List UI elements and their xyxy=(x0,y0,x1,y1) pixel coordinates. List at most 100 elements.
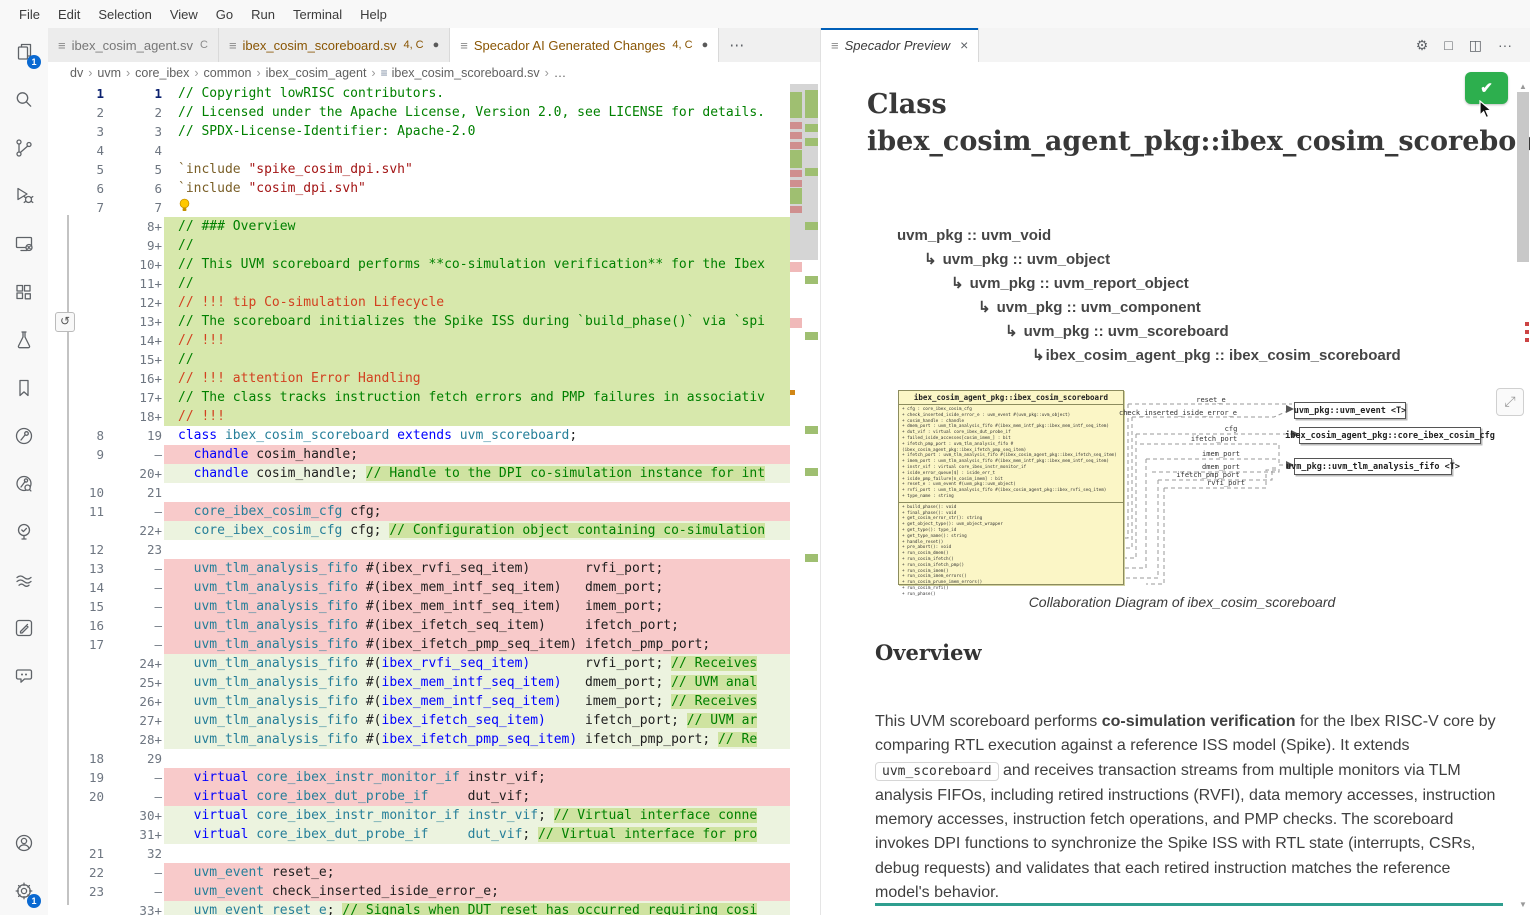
notes-pencil-icon[interactable] xyxy=(0,604,48,652)
extensions-icon[interactable] xyxy=(0,268,48,316)
code-line[interactable]: 27+ uvm_tlm_analysis_fifo #(ibex_ifetch_… xyxy=(48,711,790,730)
breadcrumb-segment[interactable]: dv xyxy=(70,66,83,80)
uml-target-uvm-tlm-analysis-fifo[interactable]: uvm_pkg::uvm_tlm_analysis_fifo <T> xyxy=(1294,458,1452,475)
breadcrumb-segment[interactable]: uvm xyxy=(97,66,121,80)
breadcrumb-segment[interactable]: ibex_cosim_agent xyxy=(266,66,367,80)
code-line[interactable]: 19– virtual core_ibex_instr_monitor_if i… xyxy=(48,768,790,787)
restore-editor-icon[interactable]: □ xyxy=(1436,34,1460,56)
scroll-down-icon[interactable]: ▼ xyxy=(1516,900,1530,909)
code-line[interactable]: 8+// ### Overview xyxy=(48,217,790,236)
code-line[interactable]: 13– uvm_tlm_analysis_fifo #(ibex_rvfi_se… xyxy=(48,559,790,578)
account-icon[interactable] xyxy=(0,819,48,867)
code-line[interactable]: 9+// xyxy=(48,236,790,255)
code-line[interactable]: 819class ibex_cosim_scoreboard extends u… xyxy=(48,426,790,445)
preview-scrollbar[interactable]: ▲ ▼ xyxy=(1516,62,1530,915)
menu-item-view[interactable]: View xyxy=(161,4,207,25)
code-line[interactable]: 1829 xyxy=(48,749,790,768)
code-line[interactable]: 15– uvm_tlm_analysis_fifo #(ibex_mem_int… xyxy=(48,597,790,616)
code-line[interactable]: 12+// !!! tip Co-simulation Lifecycle xyxy=(48,293,790,312)
code-review-icon[interactable] xyxy=(0,460,48,508)
code-line[interactable]: 1223 xyxy=(48,540,790,559)
code-line[interactable]: 24+ uvm_tlm_analysis_fifo #(ibex_rvfi_se… xyxy=(48,654,790,673)
uml-target-core-ibex-cosim-cfg[interactable]: ibex_cosim_agent_pkg::core_ibex_cosim_cf… xyxy=(1299,427,1481,444)
code-line[interactable]: 55`include "spike_cosim_dpi.svh" xyxy=(48,160,790,179)
breadcrumb-segment[interactable]: … xyxy=(554,66,567,80)
hierarchy-item[interactable]: ↳uvm_pkg :: uvm_component xyxy=(897,296,1401,320)
menu-item-help[interactable]: Help xyxy=(351,4,396,25)
code-line[interactable]: 28+ uvm_tlm_analysis_fifo #(ibex_ifetch_… xyxy=(48,730,790,749)
code-line[interactable]: 20+ chandle cosim_handle; // Handle to t… xyxy=(48,464,790,483)
diff-editor[interactable]: 11// Copyright lowRISC contributors.22//… xyxy=(48,84,820,915)
hierarchy-item[interactable]: ↳ibex_cosim_agent_pkg :: ibex_cosim_scor… xyxy=(897,344,1401,368)
hierarchy-item[interactable]: ↳uvm_pkg :: uvm_report_object xyxy=(897,272,1401,296)
uml-class-box[interactable]: ibex_cosim_agent_pkg::ibex_cosim_scorebo… xyxy=(898,390,1124,585)
code-line[interactable]: 17+// The class tracks instruction fetch… xyxy=(48,388,790,407)
code-line[interactable]: 20– virtual core_ibex_dut_probe_if dut_v… xyxy=(48,787,790,806)
breadcrumb[interactable]: dv›uvm›core_ibex›common›ibex_cosim_agent… xyxy=(48,62,842,84)
code-line[interactable]: 31+ virtual core_ibex_dut_probe_if dut_v… xyxy=(48,825,790,844)
menu-item-edit[interactable]: Edit xyxy=(49,4,89,25)
menu-item-file[interactable]: File xyxy=(10,4,49,25)
explorer-icon[interactable]: 1 xyxy=(0,28,48,76)
breadcrumb-segment[interactable]: core_ibex xyxy=(135,66,189,80)
code-line[interactable]: 30+ virtual core_ibex_instr_monitor_if i… xyxy=(48,806,790,825)
menu-item-terminal[interactable]: Terminal xyxy=(284,4,351,25)
code-line[interactable]: 10+// This UVM scoreboard performs **co-… xyxy=(48,255,790,274)
hierarchy-item[interactable]: uvm_pkg :: uvm_void xyxy=(897,224,1401,248)
diff-overview-ruler[interactable] xyxy=(790,84,818,915)
code-line[interactable]: 17– uvm_tlm_analysis_fifo #(ibex_ifetch_… xyxy=(48,635,790,654)
waves-icon[interactable] xyxy=(0,556,48,604)
search-icon[interactable] xyxy=(0,76,48,124)
chat-icon[interactable] xyxy=(0,652,48,700)
code-line[interactable]: 22// Licensed under the Apache License, … xyxy=(48,103,790,122)
bookmarks-icon[interactable] xyxy=(0,364,48,412)
menu-item-selection[interactable]: Selection xyxy=(89,4,160,25)
split-editor-icon[interactable]: ◫ xyxy=(1461,34,1490,57)
hierarchy-item[interactable]: ↳uvm_pkg :: uvm_scoreboard xyxy=(897,320,1401,344)
code-line[interactable]: 44 xyxy=(48,141,790,160)
code-line[interactable]: 16– uvm_tlm_analysis_fifo #(ibex_ifetch_… xyxy=(48,616,790,635)
code-line[interactable]: 15+// xyxy=(48,350,790,369)
code-line[interactable]: 14– uvm_tlm_analysis_fifo #(ibex_mem_int… xyxy=(48,578,790,597)
menu-item-go[interactable]: Go xyxy=(207,4,242,25)
code-line[interactable]: 2132 xyxy=(48,844,790,863)
hierarchy-item[interactable]: ↳uvm_pkg :: uvm_object xyxy=(897,248,1401,272)
code-line[interactable]: 33+ uvm_event reset_e; // Signals when D… xyxy=(48,901,790,915)
run-graph-icon[interactable] xyxy=(0,412,48,460)
more-tabs-icon[interactable]: ⋯ xyxy=(719,28,754,62)
source-control-icon[interactable] xyxy=(0,124,48,172)
code-line[interactable]: 25+ uvm_tlm_analysis_fifo #(ibex_mem_int… xyxy=(48,673,790,692)
code-line[interactable]: 66`include "cosim_dpi.svh" xyxy=(48,179,790,198)
more-actions-icon[interactable]: ··· xyxy=(1490,34,1520,56)
settings-gear-icon[interactable]: ⚙ xyxy=(1408,34,1437,57)
run-debug-icon[interactable] xyxy=(0,172,48,220)
scrollbar-thumb[interactable] xyxy=(1517,92,1529,262)
tab-1[interactable]: ≡ibex_cosim_agent.svC xyxy=(48,28,219,62)
close-icon[interactable]: × xyxy=(960,37,968,53)
menu-item-run[interactable]: Run xyxy=(242,4,284,25)
code-line[interactable]: 13+// The scoreboard initializes the Spi… xyxy=(48,312,790,331)
lightbulb-icon[interactable] xyxy=(178,198,191,213)
code-line[interactable]: 14+// !!! xyxy=(48,331,790,350)
code-line[interactable]: 23– uvm_event check_inserted_iside_error… xyxy=(48,882,790,901)
uml-target-uvm-event[interactable]: uvm_pkg::uvm_event <T> xyxy=(1294,402,1406,419)
code-line[interactable]: 9– chandle cosim_handle; xyxy=(48,445,790,464)
code-line[interactable]: 11+// xyxy=(48,274,790,293)
code-line[interactable]: 33// SPDX-License-Identifier: Apache-2.0 xyxy=(48,122,790,141)
scroll-up-icon[interactable]: ▲ xyxy=(1516,82,1530,91)
code-line[interactable]: 26+ uvm_tlm_analysis_fifo #(ibex_mem_int… xyxy=(48,692,790,711)
code-line[interactable]: 77 xyxy=(48,198,790,217)
revert-change-button[interactable]: ↺ xyxy=(55,312,75,332)
settings-gear-icon[interactable]: 1 xyxy=(0,867,48,915)
code-line[interactable]: 16+// !!! attention Error Handling xyxy=(48,369,790,388)
code-line[interactable]: 22– uvm_event reset_e; xyxy=(48,863,790,882)
tree-check-icon[interactable] xyxy=(0,508,48,556)
remote-explorer-icon[interactable] xyxy=(0,220,48,268)
code-line[interactable]: 11– core_ibex_cosim_cfg cfg; xyxy=(48,502,790,521)
tab-specador-preview[interactable]: ≡Specador Preview× xyxy=(821,28,979,62)
breadcrumb-segment[interactable]: common xyxy=(204,66,252,80)
breadcrumb-segment[interactable]: ibex_cosim_scoreboard.sv xyxy=(392,66,540,80)
tab-2[interactable]: ≡ibex_cosim_scoreboard.sv4, C● xyxy=(219,28,450,62)
code-line[interactable]: 18+// !!! xyxy=(48,407,790,426)
code-line[interactable]: 22+ core_ibex_cosim_cfg cfg; // Configur… xyxy=(48,521,790,540)
